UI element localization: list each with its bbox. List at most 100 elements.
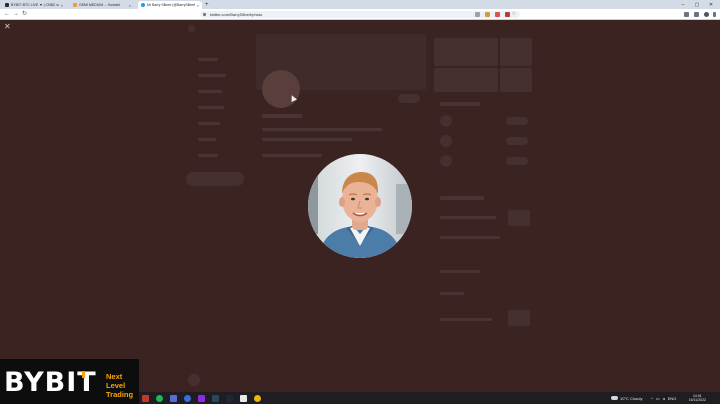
- trend-item: [440, 318, 492, 321]
- nav-item: [198, 58, 218, 61]
- sidebar-heading: [440, 102, 480, 106]
- weather-widget[interactable]: 10°C Cloudy: [611, 392, 643, 404]
- back-icon[interactable]: ←: [4, 10, 10, 18]
- plus-icon[interactable]: +: [205, 1, 209, 9]
- menu-icon[interactable]: [713, 11, 716, 17]
- minimize-icon[interactable]: –: [676, 0, 690, 9]
- tab-title: BYBIT: BTC LIVE ▼ | CNBC sold...: [11, 3, 59, 7]
- sidebar-icon[interactable]: [694, 11, 699, 17]
- browser-tab-2[interactable]: GEMI MEDIUM ... Kontakt ×: [70, 1, 134, 9]
- tweet-button: [186, 172, 244, 186]
- bybit-accent-mark: [82, 371, 85, 378]
- tab-title: GEMI MEDIUM ... Kontakt: [79, 3, 120, 7]
- extension-icon[interactable]: [505, 11, 510, 17]
- suggested-avatar: [440, 135, 452, 147]
- follow-button: [398, 94, 420, 103]
- trend-item: [440, 270, 480, 273]
- browser-tab-1[interactable]: BYBIT: BTC LIVE ▼ | CNBC sold... ×: [2, 1, 66, 9]
- reload-icon[interactable]: ↻: [22, 10, 27, 18]
- network-icon[interactable]: ▭: [656, 396, 660, 401]
- steam-icon[interactable]: [212, 394, 219, 402]
- windows-taskbar: 10°C Cloudy ^ ▭ ◂ ENG 14:01 16/11/2022: [139, 392, 720, 404]
- tagline-line: Next: [106, 372, 123, 381]
- chevron-up-icon[interactable]: ^: [651, 396, 653, 401]
- profile-bio: [262, 128, 382, 131]
- media-grid-thumb: [500, 68, 532, 92]
- extension-icon[interactable]: [495, 11, 500, 17]
- clock-date: 16/11/2022: [688, 398, 706, 402]
- bybit-tagline: Next Level Trading: [106, 372, 133, 399]
- media-grid-thumb: [500, 38, 532, 66]
- lock-icon: [203, 12, 206, 16]
- tab-close-icon[interactable]: ×: [197, 3, 199, 8]
- browser-toolbar: ← → ↻ twitter.com/BarrySilbert/photo ☆: [0, 9, 720, 20]
- tagline-line: Trading: [106, 390, 134, 399]
- profile-icon[interactable]: [704, 11, 709, 17]
- extension-icon[interactable]: [485, 11, 490, 17]
- tab-title: Mr Barry Silbert (@BarrySilbert): [147, 3, 195, 7]
- system-tray[interactable]: ^ ▭ ◂ ENG: [651, 392, 676, 404]
- taskbar-app-icon[interactable]: [198, 394, 205, 402]
- bybit-ad-banner[interactable]: BYBIT Next Level Trading: [0, 359, 139, 404]
- suggested-follow-button: [506, 117, 528, 125]
- trend-item: [440, 216, 496, 219]
- taskbar-app-icon[interactable]: [240, 394, 247, 402]
- close-icon[interactable]: ✕: [704, 0, 718, 9]
- browser-tab-active[interactable]: Mr Barry Silbert (@BarrySilbert) ×: [138, 1, 202, 9]
- profile-name: [262, 114, 302, 118]
- bybit-logo-end: T: [77, 367, 97, 398]
- bybit-logo-mark: I: [66, 367, 78, 398]
- trend-thumb: [508, 210, 530, 226]
- weather-text: 10°C Cloudy: [620, 395, 643, 401]
- taskbar-app-icon[interactable]: [184, 394, 191, 402]
- spotify-icon[interactable]: [156, 394, 163, 402]
- suggested-avatar: [440, 155, 452, 167]
- taskbar-clock[interactable]: 14:01 16/11/2022: [689, 394, 706, 403]
- twitter-favicon-icon: [141, 3, 145, 7]
- taskbar-app-icon[interactable]: [142, 394, 149, 402]
- nav-item: [198, 154, 218, 157]
- nav-item: [198, 122, 220, 125]
- trend-item: [440, 292, 464, 295]
- maximize-icon[interactable]: ▢: [690, 0, 704, 9]
- profile-avatar-ghost: [262, 70, 300, 108]
- sidebar-heading: [440, 196, 484, 200]
- forward-icon[interactable]: →: [13, 10, 19, 18]
- bybit-logo-text: BYB: [4, 367, 67, 398]
- nav-item: [198, 106, 224, 109]
- nav-item: [198, 138, 216, 141]
- address-url: twitter.com/BarrySilbert/photo: [210, 11, 263, 17]
- close-icon[interactable]: ✕: [4, 23, 11, 31]
- tab-favicon-icon: [73, 3, 77, 7]
- tab-close-icon[interactable]: ×: [129, 3, 131, 8]
- suggested-avatar: [440, 115, 452, 127]
- media-grid-thumb: [434, 38, 498, 66]
- profile-stats: [262, 154, 322, 157]
- nav-item: [198, 74, 226, 77]
- account-avatar: [188, 374, 200, 386]
- media-grid-thumb: [434, 68, 498, 92]
- taskbar-app-icon[interactable]: [226, 394, 233, 402]
- chrome-icon[interactable]: [254, 394, 261, 402]
- browser-tabstrip: BYBIT: BTC LIVE ▼ | CNBC sold... × GEMI …: [0, 0, 720, 9]
- language-indicator[interactable]: ENG: [668, 396, 677, 401]
- volume-icon[interactable]: ◂: [663, 396, 665, 401]
- extension-icon[interactable]: [475, 11, 480, 17]
- profile-photo: [308, 154, 412, 258]
- bookmark-star-icon[interactable]: ☆: [512, 11, 516, 17]
- twitter-logo-icon: [188, 25, 195, 32]
- trend-thumb: [508, 310, 530, 326]
- suggested-follow-button: [506, 137, 528, 145]
- address-bar[interactable]: twitter.com/BarrySilbert/photo ☆: [200, 10, 520, 18]
- person-portrait-icon: [308, 154, 412, 258]
- tab-close-icon[interactable]: ×: [61, 3, 63, 8]
- suggested-follow-button: [506, 157, 528, 165]
- extensions-puzzle-icon[interactable]: [684, 11, 689, 17]
- nav-item: [198, 90, 222, 93]
- taskbar-app-icon[interactable]: [170, 394, 177, 402]
- profile-bio: [262, 138, 352, 141]
- tab-favicon-icon: [5, 3, 9, 7]
- trend-item: [440, 236, 500, 239]
- tagline-line: Level: [106, 381, 126, 390]
- cloud-icon: [611, 396, 618, 400]
